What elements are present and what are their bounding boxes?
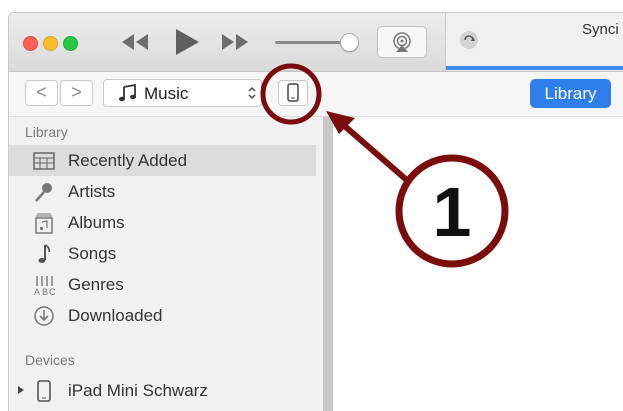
microphone-icon: [35, 183, 52, 202]
select-arrows-icon: [248, 86, 256, 100]
sync-progress-bar: [446, 66, 623, 70]
sidebar-item-artists[interactable]: Artists: [9, 176, 316, 207]
sidebar-item-label: Recently Added: [68, 151, 188, 170]
svg-text:C: C: [49, 287, 55, 296]
airplay-button[interactable]: [377, 26, 427, 58]
sidebar-item-recently-added[interactable]: Recently Added: [9, 145, 316, 176]
ipad-icon: [37, 380, 51, 402]
download-icon: [34, 306, 54, 326]
sidebar-item-songs[interactable]: Songs: [9, 238, 316, 269]
media-kind-label: Music: [144, 84, 189, 103]
sidebar-item-downloaded[interactable]: Downloaded: [9, 300, 316, 331]
close-window-button[interactable]: [23, 36, 38, 51]
play-icon[interactable]: [173, 27, 201, 57]
album-icon: [35, 213, 53, 234]
main-content: [333, 117, 623, 411]
itunes-window: Synci < > Music Library Library Recently…: [8, 12, 623, 411]
fast-forward-icon[interactable]: [219, 32, 251, 52]
volume-knob[interactable]: [340, 33, 359, 52]
status-text: Synci: [582, 21, 619, 38]
minimize-window-button[interactable]: [43, 36, 58, 51]
sidebar-item-label: Artists: [68, 182, 116, 201]
airplay-icon: [393, 32, 411, 52]
status-display: Synci: [445, 13, 623, 71]
toolbar: Synci: [9, 13, 623, 72]
rewind-icon[interactable]: [119, 32, 151, 52]
sidebar-item-label: Albums: [68, 213, 125, 232]
music-note-icon: [119, 84, 136, 102]
sync-icon[interactable]: [460, 31, 478, 49]
sidebar-item-label: Genres: [68, 275, 124, 294]
svg-text:A: A: [34, 287, 40, 296]
forward-button[interactable]: >: [60, 80, 93, 106]
device-button[interactable]: [278, 80, 308, 106]
svg-text:B: B: [42, 287, 48, 296]
devices-section-header: Devices: [25, 352, 75, 368]
media-kind-select[interactable]: Music: [103, 79, 262, 107]
sidebar-item-label: Downloaded: [68, 306, 163, 325]
sidebar-item-label: Songs: [68, 244, 117, 263]
library-button[interactable]: Library: [530, 79, 611, 108]
music-note-icon: [38, 244, 50, 263]
disclosure-triangle-icon[interactable]: [17, 385, 25, 395]
sidebar-item-device[interactable]: iPad Mini Schwarz: [9, 375, 316, 406]
sidebar: Library Recently Added Artists Albums So…: [9, 117, 323, 411]
sidebar-item-albums[interactable]: Albums: [9, 207, 316, 238]
volume-slider[interactable]: [275, 41, 349, 44]
recently-added-icon: [33, 152, 55, 170]
ipad-icon: [287, 83, 299, 102]
sidebar-item-label: iPad Mini Schwarz: [68, 381, 208, 400]
zoom-window-button[interactable]: [63, 36, 78, 51]
genres-icon: A B C: [34, 276, 55, 296]
sidebar-divider[interactable]: [323, 117, 333, 411]
library-section-header: Library: [25, 124, 68, 140]
navigation-bar: < > Music Library: [9, 72, 623, 117]
back-button[interactable]: <: [25, 80, 58, 106]
sidebar-item-genres[interactable]: A B C Genres: [9, 269, 316, 300]
